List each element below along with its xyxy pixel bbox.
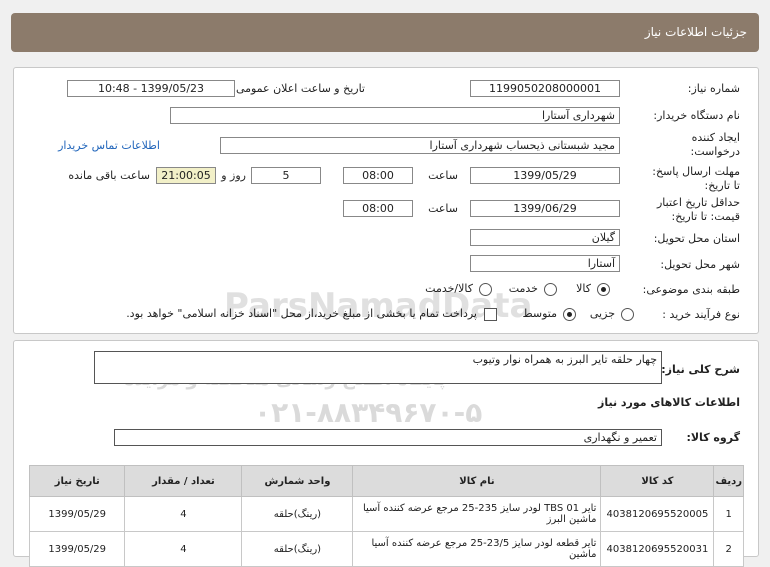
row-code: 4038120695520005 — [600, 496, 715, 532]
need-details-panel: پایگاه اطلاع رسانی مناقصه و مزایده ۰۲۱-۸… — [13, 340, 759, 567]
process-partial-label: جزیی — [589, 307, 615, 320]
goods-info-title: اطلاعات کالاهای مورد نیاز — [598, 396, 740, 409]
col-qty: تعداد / مقدار — [124, 465, 243, 497]
row-name: تایر قطعه لودر سایز 23/5-25 مرجع عرضه کن… — [352, 531, 602, 567]
validity-date-field: 1399/06/29 — [470, 200, 620, 217]
days-field: 5 — [251, 167, 321, 184]
row-date: 1399/05/29 — [28, 496, 126, 532]
col-name: نام کالا — [352, 465, 602, 497]
row-unit: (رینگ)حلقه — [241, 496, 354, 532]
row-index: 1 — [713, 496, 744, 532]
page-title: جزئیات اطلاعات نیاز — [644, 25, 747, 39]
buyer-label: نام دستگاه خریدار: — [653, 109, 740, 122]
category-both-radio[interactable] — [479, 283, 492, 296]
row-qty: 4 — [124, 531, 243, 567]
deadline-time-field: 08:00 — [343, 167, 413, 184]
col-code: کد کالا — [600, 465, 715, 497]
group-label: گروه کالا: — [686, 431, 740, 444]
table-row: 1 4038120695520005 تایر TBS 01 لودر سایز… — [28, 496, 744, 532]
need-number-field: 1199050208000001 — [470, 80, 620, 97]
watermark-text-3: ۰۲۱-۸۸۳۴۹۶۷۰-۵ — [254, 396, 483, 429]
page-header: جزئیات اطلاعات نیاز — [11, 13, 759, 52]
category-goods-label: کالا — [576, 282, 591, 295]
deadline-label: مهلت ارسال پاسخ: — [652, 165, 740, 178]
city-label: شهر محل تحویل: — [660, 258, 740, 271]
col-index: ردیف — [713, 465, 744, 497]
validity-label-2: قیمت: تا تاریخ: — [671, 210, 740, 223]
row-index: 2 — [713, 531, 744, 567]
col-unit: واحد شمارش — [241, 465, 354, 497]
creator-label-2: درخواست: — [690, 145, 740, 158]
days-label: روز و — [221, 169, 246, 182]
category-service-radio[interactable] — [544, 283, 557, 296]
process-label: نوع فرآیند خرید : — [662, 308, 740, 321]
buyer-contact-link[interactable]: اطلاعات تماس خریدار — [58, 139, 160, 152]
table-row: 2 4038120695520031 تایر قطعه لودر سایز 2… — [28, 531, 744, 567]
deadline-time-label: ساعت — [428, 169, 458, 182]
validity-time-label: ساعت — [428, 202, 458, 215]
goods-table: ردیف کد کالا نام کالا واحد شمارش تعداد /… — [28, 465, 744, 567]
validity-label: حداقل تاریخ اعتبار — [656, 196, 740, 209]
announce-label: تاریخ و ساعت اعلان عمومی: — [232, 82, 365, 95]
row-unit: (رینگ)حلقه — [241, 531, 354, 567]
category-service-label: خدمت — [508, 282, 538, 295]
category-both-label: کالا/خدمت — [425, 282, 473, 295]
row-date: 1399/05/29 — [28, 531, 126, 567]
group-field: تعمیر و نگهداری — [114, 429, 662, 446]
need-number-label: شماره نیاز: — [687, 82, 740, 95]
remaining-time-field: 21:00:05 — [156, 167, 216, 184]
row-name: تایر TBS 01 لودر سایز 235-25 مرجع عرضه ک… — [352, 496, 602, 532]
description-label: شرح کلی نیاز: — [661, 363, 740, 376]
process-medium-radio[interactable] — [563, 308, 576, 321]
city-field: آستارا — [470, 255, 620, 272]
creator-label: ایجاد کننده — [691, 131, 740, 144]
category-goods-radio[interactable] — [597, 283, 610, 296]
remaining-label: ساعت باقی مانده — [68, 169, 150, 182]
process-partial-radio[interactable] — [621, 308, 634, 321]
description-field: چهار حلقه تایر البرز به همراه نوار وتیوب — [94, 351, 662, 384]
province-field: گیلان — [470, 229, 620, 246]
payment-note: پرداخت تمام یا بخشی از مبلغ خرید،از محل … — [126, 307, 477, 320]
category-label: طبقه بندی موضوعی: — [642, 283, 740, 296]
province-label: استان محل تحویل: — [653, 232, 740, 245]
process-medium-label: متوسط — [522, 307, 557, 320]
buyer-field: شهرداری آستارا — [170, 107, 620, 124]
col-date: تاریخ نیاز — [28, 465, 126, 497]
announce-field: 1399/05/23 - 10:48 — [67, 80, 235, 97]
creator-field: مجید شبستانی ذیحساب شهرداری آستارا — [220, 137, 620, 154]
row-qty: 4 — [124, 496, 243, 532]
validity-time-field: 08:00 — [343, 200, 413, 217]
deadline-label-2: تا تاریخ: — [704, 179, 740, 192]
row-code: 4038120695520031 — [600, 531, 715, 567]
payment-checkbox[interactable] — [484, 308, 497, 321]
deadline-date-field: 1399/05/29 — [470, 167, 620, 184]
need-info-panel: ParsNamadData شماره نیاز: 11990502080000… — [13, 67, 759, 334]
